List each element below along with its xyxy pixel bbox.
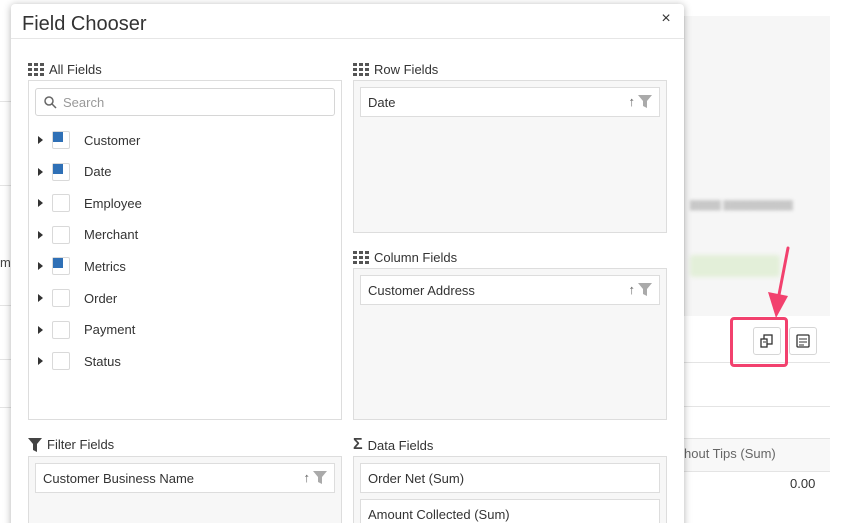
tree-item[interactable]: Employee [29,192,142,214]
field-controls: ↑ [629,95,652,108]
dialog-title: Field Chooser [22,13,147,35]
sort-up-icon[interactable]: ↑ [304,471,311,484]
data-field-label: Amount Collected (Sum) [368,506,510,522]
filter-fields-panel: Customer Business Name ↑ [28,456,342,523]
search-input[interactable] [63,94,313,110]
grid-icon [353,250,369,264]
row-fields-header: Row Fields [353,62,438,77]
tree-item-label: Date [84,164,112,180]
bg-column-value: 0.00 [790,476,816,491]
column-fields-panel: Customer Address ↑ [353,268,667,420]
tree-checkbox[interactable] [52,289,70,307]
filter-icon[interactable] [313,471,327,484]
row-fields-label: Row Fields [374,62,439,77]
filter-field-label: Customer Business Name [43,470,194,486]
column-fields-header: Column Fields [353,250,457,265]
row-fields-panel: Date ↑ [353,80,667,233]
data-field-item[interactable]: Amount Collected (Sum) [360,499,660,523]
close-button[interactable]: × [657,10,675,28]
tree-item-label: Merchant [84,227,139,243]
column-fields-label: Column Fields [374,250,458,265]
expand-caret-icon[interactable] [38,136,43,144]
dialog-divider [11,38,684,39]
tree-checkbox[interactable] [52,257,70,276]
filter-icon [28,437,42,452]
expand-caret-icon[interactable] [38,167,43,176]
tree-item[interactable]: Customer [29,129,140,151]
row-field-label: Date [368,94,396,110]
filter-fields-header: Filter Fields [28,437,114,452]
grid-icon [28,62,44,76]
filter-icon[interactable] [638,95,652,108]
grid-icon [353,62,369,76]
tree-checkbox[interactable] [52,352,70,371]
field-chooser-dialog: Field Chooser × All Fields Customer Date E… [11,4,684,523]
sort-up-icon[interactable]: ↑ [629,95,636,108]
expand-caret-icon[interactable] [38,262,43,271]
column-field-item[interactable]: Customer Address ↑ [360,275,660,305]
tree-item[interactable]: Payment [29,319,135,341]
column-field-label: Customer Address [368,282,475,298]
bg-blurred-text: ▇▇▇▇ ▇▇▇▇▇▇▇▇▇ [690,200,793,211]
bg-column-header-text: hout Tips (Sum) [684,446,776,461]
tree-item[interactable]: Metrics [29,255,126,277]
data-field-label: Order Net (Sum) [368,470,465,486]
bg-divider [684,406,830,407]
filter-fields-label: Filter Fields [47,437,115,452]
all-fields-panel: Customer Date Employee Merchant Metrics Order… [28,80,342,420]
tree-item-label: Customer [84,132,141,148]
filter-field-item[interactable]: Customer Business Name ↑ [35,463,335,493]
tree-checkbox[interactable] [52,162,70,181]
tree-checkbox[interactable] [52,194,70,213]
data-fields-header: Σ Data Fields [353,437,433,453]
search-icon [44,95,57,109]
data-field-item[interactable]: Order Net (Sum) [360,463,660,493]
field-controls: ↑ [629,283,652,296]
expand-caret-icon[interactable] [38,357,43,366]
export-button[interactable] [789,327,817,355]
tree-item[interactable]: Merchant [29,224,138,246]
tree-checkbox[interactable] [52,131,70,149]
tree-checkbox[interactable] [52,225,70,244]
expand-caret-icon[interactable] [38,199,43,208]
expand-caret-icon[interactable] [38,230,43,239]
tree-item-label: Payment [84,322,136,338]
tree-item[interactable]: Date [29,161,111,183]
sigma-icon: Σ [353,436,363,453]
tree-item[interactable]: Order [29,287,117,309]
filter-icon[interactable] [638,283,652,296]
tree-item-label: Status [84,353,121,369]
sort-up-icon[interactable]: ↑ [629,283,636,296]
data-fields-panel: Order Net (Sum) Amount Collected (Sum) [353,456,667,523]
all-fields-header: All Fields [28,62,102,77]
highlight-annotation [730,317,788,367]
expand-caret-icon[interactable] [38,325,43,334]
expand-caret-icon[interactable] [38,294,43,302]
export-icon [796,334,810,348]
tree-item-label: Metrics [84,258,126,274]
tree-item[interactable]: Status [29,350,121,372]
tree-item-label: Order [84,290,118,306]
tree-item-label: Employee [84,195,142,211]
annotation-arrow-icon [768,246,790,318]
data-fields-label: Data Fields [367,437,434,453]
search-box [35,88,335,116]
tree-checkbox[interactable] [52,320,70,339]
field-controls: ↑ [304,471,327,484]
all-fields-label: All Fields [49,62,102,77]
row-field-item[interactable]: Date ↑ [360,87,660,117]
